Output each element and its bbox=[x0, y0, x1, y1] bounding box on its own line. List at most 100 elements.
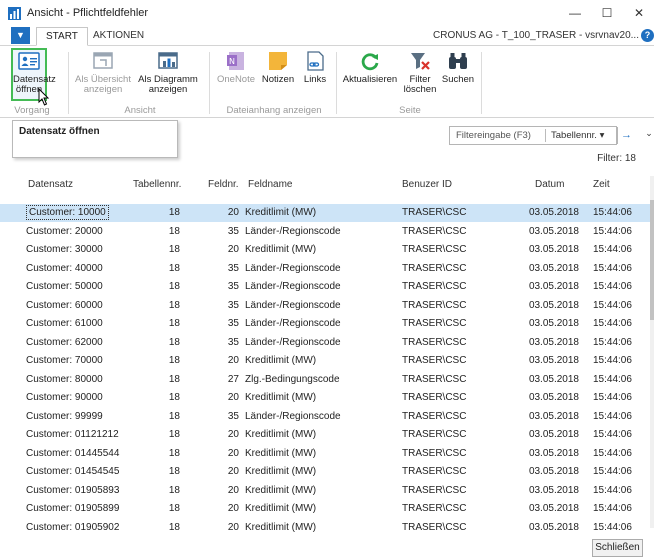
cell-feldnr: 20 bbox=[227, 484, 239, 496]
close-window-button[interactable]: ✕ bbox=[624, 3, 654, 23]
filter-field-label: Tabellennr. bbox=[551, 130, 597, 141]
cell-benutzer-id: TRASER\CSC bbox=[402, 281, 467, 292]
cell-datensatz: Customer: 99999 bbox=[26, 410, 103, 422]
cell-feldnr: 35 bbox=[227, 299, 239, 311]
cell-datum: 03.05.2018 bbox=[528, 225, 579, 237]
cell-zeit: 15:44:06 bbox=[593, 484, 632, 496]
cell-datum: 03.05.2018 bbox=[528, 392, 579, 403]
cell-feldname: Kreditlimit (MW) bbox=[245, 447, 317, 459]
search-button[interactable]: Suchen bbox=[440, 50, 476, 100]
clear-filter-button[interactable]: Filter löschen bbox=[402, 50, 438, 100]
cell-feldnr: 20 bbox=[227, 355, 239, 366]
cell-benutzer-id: TRASER\CSC bbox=[402, 207, 467, 218]
column-header-feldnr[interactable]: Feldnr. bbox=[208, 179, 239, 190]
apply-filter-arrow-icon[interactable]: → bbox=[617, 127, 635, 144]
filter-count: Filter: 18 bbox=[597, 153, 636, 164]
app-menu-button[interactable]: ▼ bbox=[11, 27, 30, 44]
cell-benutzer-id: TRASER\CSC bbox=[402, 336, 467, 348]
table-row[interactable]: Customer: 01445544 18 20 Kreditlimit (MW) TR… bbox=[0, 445, 650, 463]
table-row[interactable]: Customer: 60000 18 35 Länder-/Regionscode TR… bbox=[0, 297, 650, 315]
cell-datum: 03.05.2018 bbox=[528, 262, 579, 274]
cell-feldnr: 35 bbox=[227, 262, 239, 274]
ribbon: Datensatz öffnen Als Übersicht anzeigen … bbox=[0, 46, 654, 118]
table-row[interactable]: Customer: 30000 18 20 Kreditlimit (MW) TRASE… bbox=[0, 241, 650, 259]
cell-datensatz: Customer: 62000 bbox=[26, 336, 103, 348]
company-info: CRONUS AG - T_100_TRASER - vsrvnav20... bbox=[433, 30, 639, 41]
table-row[interactable]: Customer: 20000 18 35 Länder-/Regionscode TR… bbox=[0, 223, 650, 241]
onenote-button[interactable]: N OneNote bbox=[216, 50, 256, 100]
table-row[interactable]: Customer: 01121212 18 20 Kreditlimit (MW) TR… bbox=[0, 426, 650, 444]
table-row[interactable]: Customer: 61000 18 35 Länder-/Regionscode TR… bbox=[0, 315, 650, 333]
column-header-datensatz[interactable]: Datensatz bbox=[28, 179, 73, 190]
list-view-button[interactable]: Als Übersicht anzeigen bbox=[74, 50, 132, 100]
column-header-tabellennr[interactable]: Tabellennr. bbox=[133, 179, 181, 190]
cell-feldnr: 20 bbox=[227, 244, 239, 255]
table-row[interactable]: Customer: 10000 18 20 Kreditlimit (MW) TRASE… bbox=[0, 204, 650, 222]
cell-feldname: Länder-/Regionscode bbox=[245, 336, 341, 348]
cell-tabellennr: 18 bbox=[168, 262, 180, 274]
cell-benutzer-id: TRASER\CSC bbox=[402, 318, 467, 329]
refresh-button[interactable]: Aktualisieren bbox=[340, 50, 400, 100]
cell-tabellennr: 18 bbox=[168, 225, 180, 237]
links-button[interactable]: Links bbox=[300, 50, 330, 100]
cell-datum: 03.05.2018 bbox=[528, 484, 579, 496]
cell-zeit: 15:44:06 bbox=[593, 225, 632, 237]
filter-input[interactable]: Filtereingabe (F3) bbox=[456, 130, 531, 141]
links-label: Links bbox=[303, 74, 327, 85]
cell-datum: 03.05.2018 bbox=[528, 466, 579, 477]
cell-tabellennr: 18 bbox=[168, 484, 180, 496]
cell-feldnr: 20 bbox=[227, 447, 239, 459]
filter-field-select[interactable]: Tabellennr. ▾ bbox=[551, 130, 604, 141]
table-row[interactable]: Customer: 80000 18 27 Zlg.-Bedingungscode TR… bbox=[0, 371, 650, 389]
list-view-label: Als Übersicht anzeigen bbox=[75, 74, 131, 95]
svg-text:N: N bbox=[229, 57, 235, 66]
cell-datum: 03.05.2018 bbox=[528, 447, 579, 459]
table-row[interactable]: Customer: 90000 18 20 Kreditlimit (MW) TRASE… bbox=[0, 389, 650, 407]
tab-start[interactable]: START bbox=[36, 27, 88, 46]
table-row[interactable]: Customer: 01454545 18 20 Kreditlimit (MW) TR… bbox=[0, 463, 650, 481]
tab-aktionen[interactable]: AKTIONEN bbox=[84, 27, 153, 46]
cell-zeit: 15:44:06 bbox=[593, 355, 632, 366]
table-row[interactable]: Customer: 01905893 18 20 Kreditlimit (MW) TR… bbox=[0, 482, 650, 500]
column-header-benutzer-id[interactable]: Benuzer ID bbox=[402, 179, 452, 190]
cell-benutzer-id: TRASER\CSC bbox=[402, 225, 467, 237]
maximize-button[interactable]: ☐ bbox=[592, 3, 622, 23]
table-row[interactable]: Customer: 01905899 18 20 Kreditlimit (MW) TR… bbox=[0, 500, 650, 518]
help-icon[interactable]: ? bbox=[641, 29, 654, 42]
minimize-button[interactable]: — bbox=[560, 3, 590, 23]
cell-benutzer-id: TRASER\CSC bbox=[402, 244, 467, 255]
links-icon bbox=[307, 51, 324, 71]
cell-benutzer-id: TRASER\CSC bbox=[402, 466, 467, 477]
table-row[interactable]: Customer: 40000 18 35 Länder-/Regionscode TR… bbox=[0, 260, 650, 278]
cell-datensatz: Customer: 01121212 bbox=[26, 429, 119, 440]
cell-feldnr: 20 bbox=[227, 207, 239, 218]
cell-benutzer-id: TRASER\CSC bbox=[402, 410, 467, 422]
table-row[interactable]: Customer: 01905902 18 20 Kreditlimit (MW) TR… bbox=[0, 519, 650, 537]
cell-benutzer-id: TRASER\CSC bbox=[402, 355, 467, 366]
table-row[interactable]: Customer: 62000 18 35 Länder-/Regionscode TR… bbox=[0, 334, 650, 352]
column-header-datum[interactable]: Datum bbox=[535, 179, 564, 190]
cell-datum: 03.05.2018 bbox=[528, 355, 579, 366]
cell-zeit: 15:44:06 bbox=[593, 207, 632, 218]
cell-tabellennr: 18 bbox=[168, 318, 180, 329]
table-row[interactable]: Customer: 99999 18 35 Länder-/Regionscode TR… bbox=[0, 408, 650, 426]
scrollbar-thumb[interactable] bbox=[650, 200, 654, 320]
cell-benutzer-id: TRASER\CSC bbox=[402, 373, 467, 385]
cell-tabellennr: 18 bbox=[168, 207, 180, 218]
close-button[interactable]: Schließen bbox=[592, 539, 643, 557]
cell-datum: 03.05.2018 bbox=[528, 410, 579, 422]
cell-feldname: Kreditlimit (MW) bbox=[245, 521, 317, 533]
cell-datensatz: Customer: 20000 bbox=[26, 225, 103, 237]
chart-view-button[interactable]: Als Diagramm anzeigen bbox=[136, 50, 200, 100]
column-header-zeit[interactable]: Zeit bbox=[593, 179, 610, 190]
cell-feldname: Länder-/Regionscode bbox=[245, 262, 341, 274]
table-row[interactable]: Customer: 50000 18 35 Länder-/Regionscode TR… bbox=[0, 278, 650, 296]
clear-filter-label: Filter löschen bbox=[403, 74, 437, 95]
expand-chevron-icon[interactable]: ⌄ bbox=[644, 128, 654, 139]
onenote-label: OneNote bbox=[216, 74, 256, 85]
cell-tabellennr: 18 bbox=[168, 281, 180, 292]
table-row[interactable]: Customer: 70000 18 20 Kreditlimit (MW) TRASE… bbox=[0, 352, 650, 370]
column-header-feldname[interactable]: Feldname bbox=[248, 179, 292, 190]
notes-button[interactable]: Notizen bbox=[258, 50, 298, 100]
cell-zeit: 15:44:06 bbox=[593, 429, 632, 440]
